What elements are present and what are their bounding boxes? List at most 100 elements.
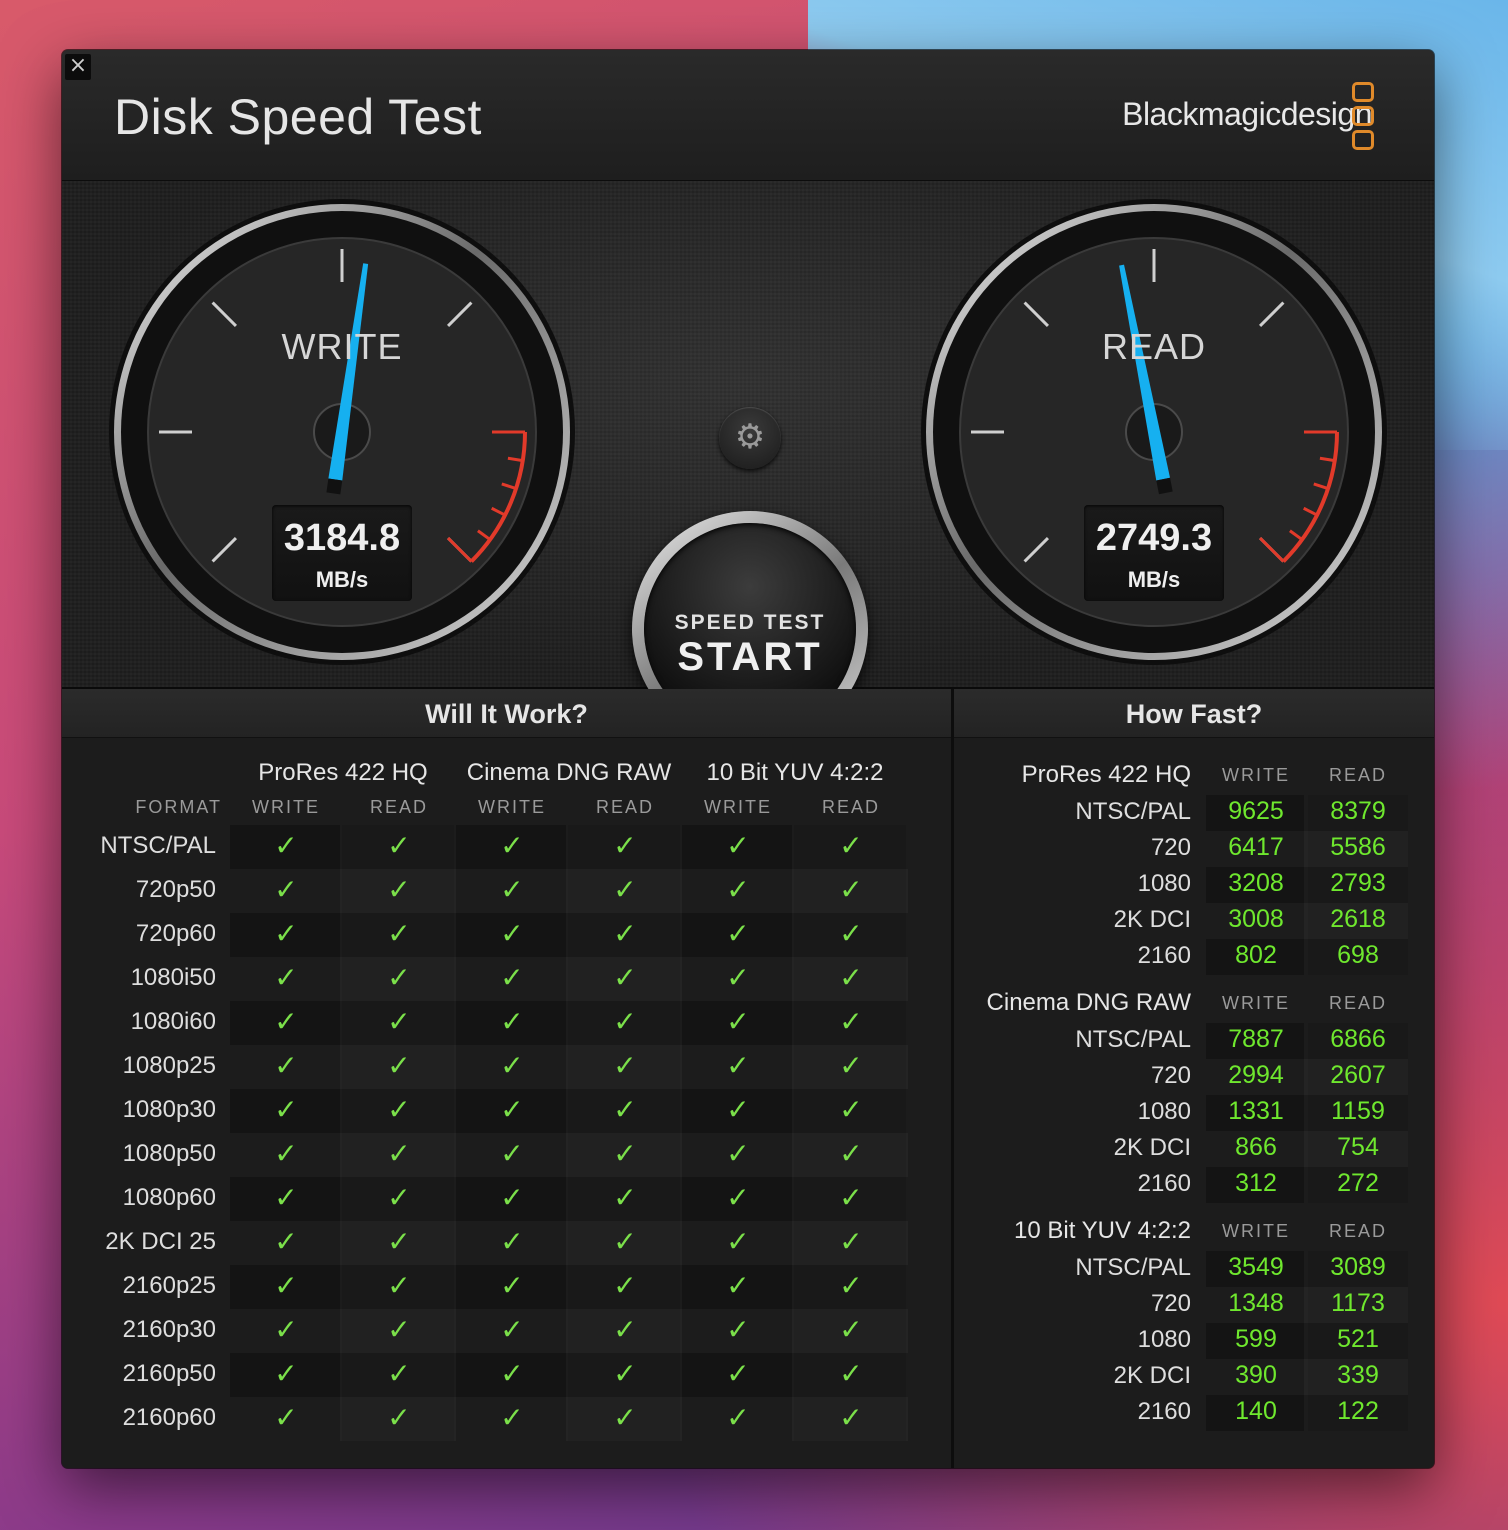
app-title: Disk Speed Test (114, 89, 482, 145)
read-fps-value: 272 (1337, 1169, 1379, 1197)
speed-row-label: 2160 (1137, 1170, 1191, 1197)
read-fps-value: 2618 (1330, 905, 1386, 933)
speed-row-label: 1080 (1137, 870, 1191, 897)
read-readout: 2749.3 MB/s (1084, 505, 1224, 601)
read-fps-value: 698 (1337, 941, 1379, 969)
check-icon: ✓ (387, 1357, 411, 1390)
check-icon: ✓ (274, 873, 298, 906)
check-icon: ✓ (274, 961, 298, 994)
write-fps-value: 2994 (1228, 1061, 1284, 1089)
check-icon: ✓ (387, 1137, 411, 1170)
needle-tail (1156, 477, 1173, 495)
read-fps-value: 1159 (1331, 1097, 1385, 1125)
check-icon: ✓ (274, 1093, 298, 1126)
check-icon: ✓ (839, 961, 863, 994)
read-fps-value: 1173 (1331, 1289, 1385, 1317)
column-header: READ (369, 797, 428, 817)
check-icon: ✓ (613, 1401, 637, 1434)
speed-row-label: 2K DCI (1113, 1134, 1191, 1161)
check-icon: ✓ (387, 961, 411, 994)
settings-button[interactable]: ⚙ (719, 407, 781, 469)
check-icon: ✓ (387, 1005, 411, 1038)
write-speed-value: 3184.8 (283, 517, 401, 559)
check-icon: ✓ (274, 1357, 298, 1390)
check-icon: ✓ (387, 1313, 411, 1346)
format-row-label: 1080p50 (122, 1140, 216, 1167)
write-fps-value: 312 (1235, 1169, 1277, 1197)
check-icon: ✓ (839, 1181, 863, 1214)
format-header: FORMAT (135, 797, 222, 817)
check-icon: ✓ (839, 1137, 863, 1170)
format-row-label: 1080p25 (122, 1052, 216, 1079)
check-icon: ✓ (387, 1049, 411, 1082)
speed-write-header: WRITE (1222, 1221, 1290, 1241)
check-icon: ✓ (726, 1005, 750, 1038)
group-title: ProRes 422 HQ (258, 759, 428, 786)
write-fps-value: 390 (1235, 1361, 1277, 1389)
write-speed-unit: MB/s (315, 567, 369, 592)
speed-row-label: NTSC/PAL (1075, 1026, 1191, 1053)
speed-row-label: 720 (1150, 1062, 1191, 1089)
check-icon: ✓ (500, 1093, 524, 1126)
check-icon: ✓ (839, 917, 863, 950)
format-row-label: 1080p60 (122, 1184, 216, 1211)
group-title: 10 Bit YUV 4:2:2 (706, 759, 884, 786)
check-icon: ✓ (613, 1357, 637, 1390)
check-icon: ✓ (613, 1313, 637, 1346)
speed-read-header: READ (1328, 765, 1387, 785)
check-icon: ✓ (613, 1005, 637, 1038)
check-icon: ✓ (500, 873, 524, 906)
format-row-label: 2160p25 (122, 1272, 216, 1299)
read-fps-value: 122 (1337, 1397, 1379, 1425)
write-fps-value: 866 (1235, 1133, 1277, 1161)
check-icon: ✓ (500, 1137, 524, 1170)
write-gauge-label: WRITE (281, 326, 403, 367)
check-icon: ✓ (726, 1401, 750, 1434)
check-icon: ✓ (613, 1225, 637, 1258)
format-row-label: 720p60 (135, 920, 216, 947)
speed-row-label: 1080 (1137, 1098, 1191, 1125)
check-icon: ✓ (726, 1093, 750, 1126)
close-button[interactable]: × (65, 54, 91, 80)
format-row-label: 1080i50 (130, 964, 216, 991)
write-fps-value: 1331 (1228, 1097, 1284, 1125)
check-icon: ✓ (613, 829, 637, 862)
read-fps-value: 2793 (1330, 869, 1386, 897)
read-fps-value: 8379 (1330, 797, 1386, 825)
check-icon: ✓ (613, 917, 637, 950)
will-it-work-panel: Will It Work? ProRes 422 HQ WRITE READ Cine… (62, 689, 951, 1468)
disk-speed-test-window: × Disk Speed Test Blackmagicdesign WRITE… (62, 50, 1434, 1468)
check-icon: ✓ (839, 1093, 863, 1126)
check-icon: ✓ (726, 1225, 750, 1258)
check-icon: ✓ (274, 1181, 298, 1214)
check-icon: ✓ (387, 917, 411, 950)
speed-row-label: 720 (1150, 1290, 1191, 1317)
speed-write-header: WRITE (1222, 993, 1290, 1013)
format-row-label: 2160p60 (122, 1404, 216, 1431)
read-fps-value: 754 (1337, 1133, 1379, 1161)
check-icon: ✓ (726, 917, 750, 950)
check-icon: ✓ (500, 1269, 524, 1302)
speed-row-label: 720 (1150, 834, 1191, 861)
check-icon: ✓ (839, 873, 863, 906)
check-icon: ✓ (839, 1005, 863, 1038)
speed-read-header: READ (1328, 993, 1387, 1013)
speed-group-title: ProRes 422 HQ (1021, 761, 1191, 788)
check-icon: ✓ (387, 1225, 411, 1258)
start-button-caption: SPEED TEST (674, 611, 826, 634)
check-icon: ✓ (274, 1049, 298, 1082)
write-fps-value: 599 (1235, 1325, 1277, 1353)
check-icon: ✓ (387, 1269, 411, 1302)
write-fps-value: 802 (1235, 941, 1277, 969)
check-icon: ✓ (387, 873, 411, 906)
check-icon: ✓ (274, 917, 298, 950)
check-icon: ✓ (387, 1093, 411, 1126)
check-icon: ✓ (726, 1269, 750, 1302)
check-icon: ✓ (726, 1313, 750, 1346)
check-icon: ✓ (613, 961, 637, 994)
check-icon: ✓ (274, 1225, 298, 1258)
check-icon: ✓ (274, 1137, 298, 1170)
write-fps-value: 9625 (1228, 797, 1284, 825)
check-icon: ✓ (613, 1181, 637, 1214)
check-icon: ✓ (839, 1401, 863, 1434)
